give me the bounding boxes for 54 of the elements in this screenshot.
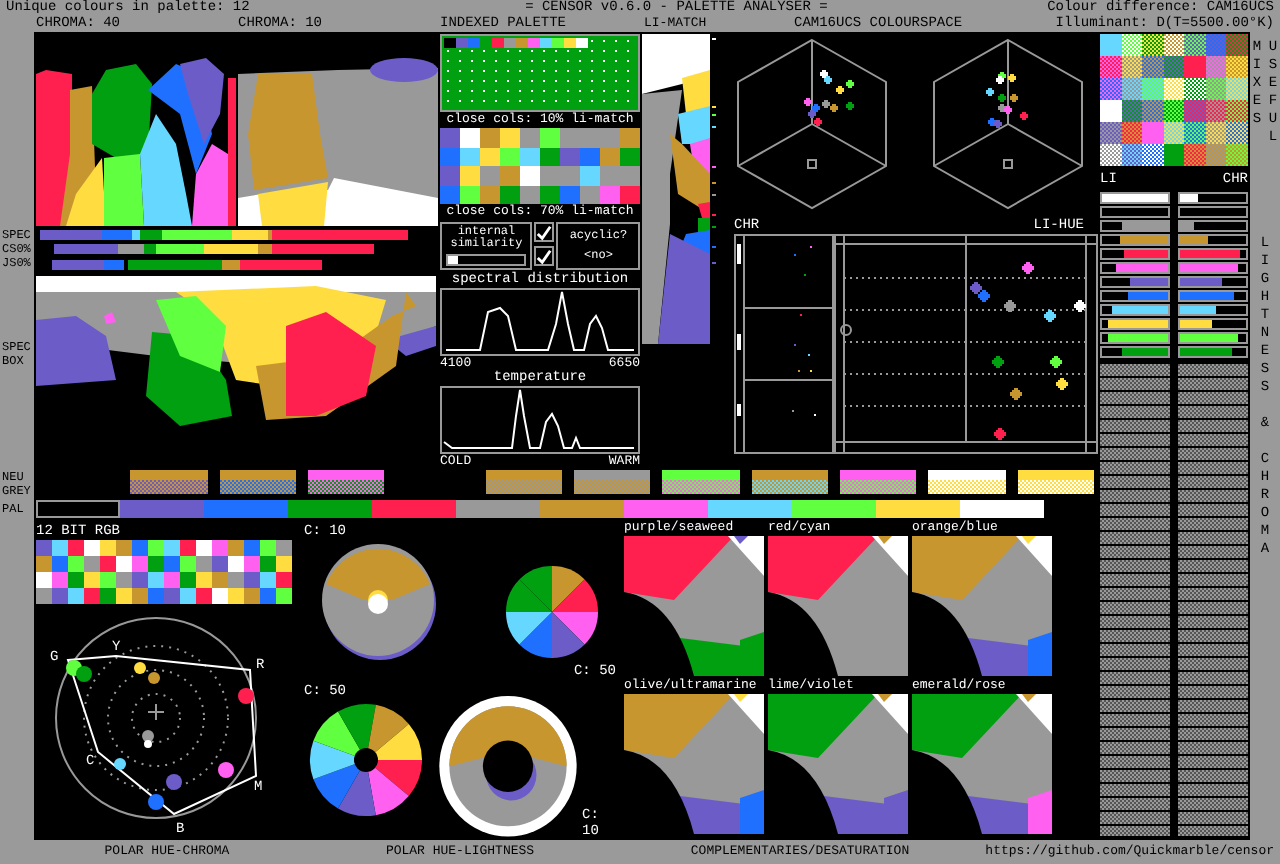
- mix-swatch: [1121, 78, 1142, 100]
- mix-swatch: [1100, 144, 1121, 166]
- mix-swatch: [1121, 56, 1142, 78]
- mix-swatch: [1205, 144, 1226, 166]
- similarity-slider[interactable]: [446, 254, 527, 266]
- mix-swatch: [1184, 100, 1205, 122]
- mix-swatch: [1226, 56, 1247, 78]
- mix-swatch: [1163, 100, 1184, 122]
- mix-swatch: [1184, 144, 1205, 166]
- mix-swatch: [1142, 56, 1163, 78]
- mix-swatch: [1121, 122, 1142, 144]
- mix-swatch: [1100, 78, 1121, 100]
- mix-swatch: [1205, 34, 1226, 56]
- desaturation-drawing: [912, 694, 1052, 834]
- mix-swatch: [1142, 34, 1163, 56]
- mix-swatch: [1163, 122, 1184, 144]
- mix-swatch: [1142, 78, 1163, 100]
- checkbox[interactable]: [534, 222, 555, 242]
- mix-swatch: [1226, 34, 1247, 56]
- mix-swatch: [1100, 56, 1121, 78]
- mix-swatch: [1226, 78, 1247, 100]
- lightness-wheel: [500, 564, 604, 664]
- checkbox[interactable]: [534, 246, 555, 266]
- mix-swatch: [1142, 122, 1163, 144]
- lightness-wheel: [320, 540, 440, 664]
- mix-swatch: [1184, 34, 1205, 56]
- mix-swatch: [1163, 56, 1184, 78]
- mix-swatch: [1121, 100, 1142, 122]
- mix-swatch: [1184, 56, 1205, 78]
- mix-swatch: [1205, 122, 1226, 144]
- mix-swatch: [1205, 100, 1226, 122]
- mix-swatch: [1226, 144, 1247, 166]
- mix-swatch: [1100, 34, 1121, 56]
- mix-swatch: [1184, 78, 1205, 100]
- desaturation-drawing: [768, 536, 908, 676]
- desaturation-drawing: [768, 694, 908, 834]
- mix-swatch: [1226, 100, 1247, 122]
- mix-swatch: [1226, 122, 1247, 144]
- mix-swatch: [1163, 78, 1184, 100]
- desaturation-drawing: [624, 536, 764, 676]
- mix-swatch: [1205, 56, 1226, 78]
- mix-swatch: [1205, 78, 1226, 100]
- mix-swatch: [1100, 122, 1121, 144]
- mix-swatch: [1121, 144, 1142, 166]
- mix-swatch: [1184, 122, 1205, 144]
- mix-swatch: [1142, 144, 1163, 166]
- mix-swatch: [1163, 34, 1184, 56]
- mix-swatch: [1163, 144, 1184, 166]
- desaturation-drawing: [912, 536, 1052, 676]
- lightness-wheel: [306, 700, 426, 820]
- mix-swatch: [1100, 100, 1121, 122]
- mix-swatch: [1142, 100, 1163, 122]
- mix-swatch: [1121, 34, 1142, 56]
- desaturation-drawing: [624, 694, 764, 834]
